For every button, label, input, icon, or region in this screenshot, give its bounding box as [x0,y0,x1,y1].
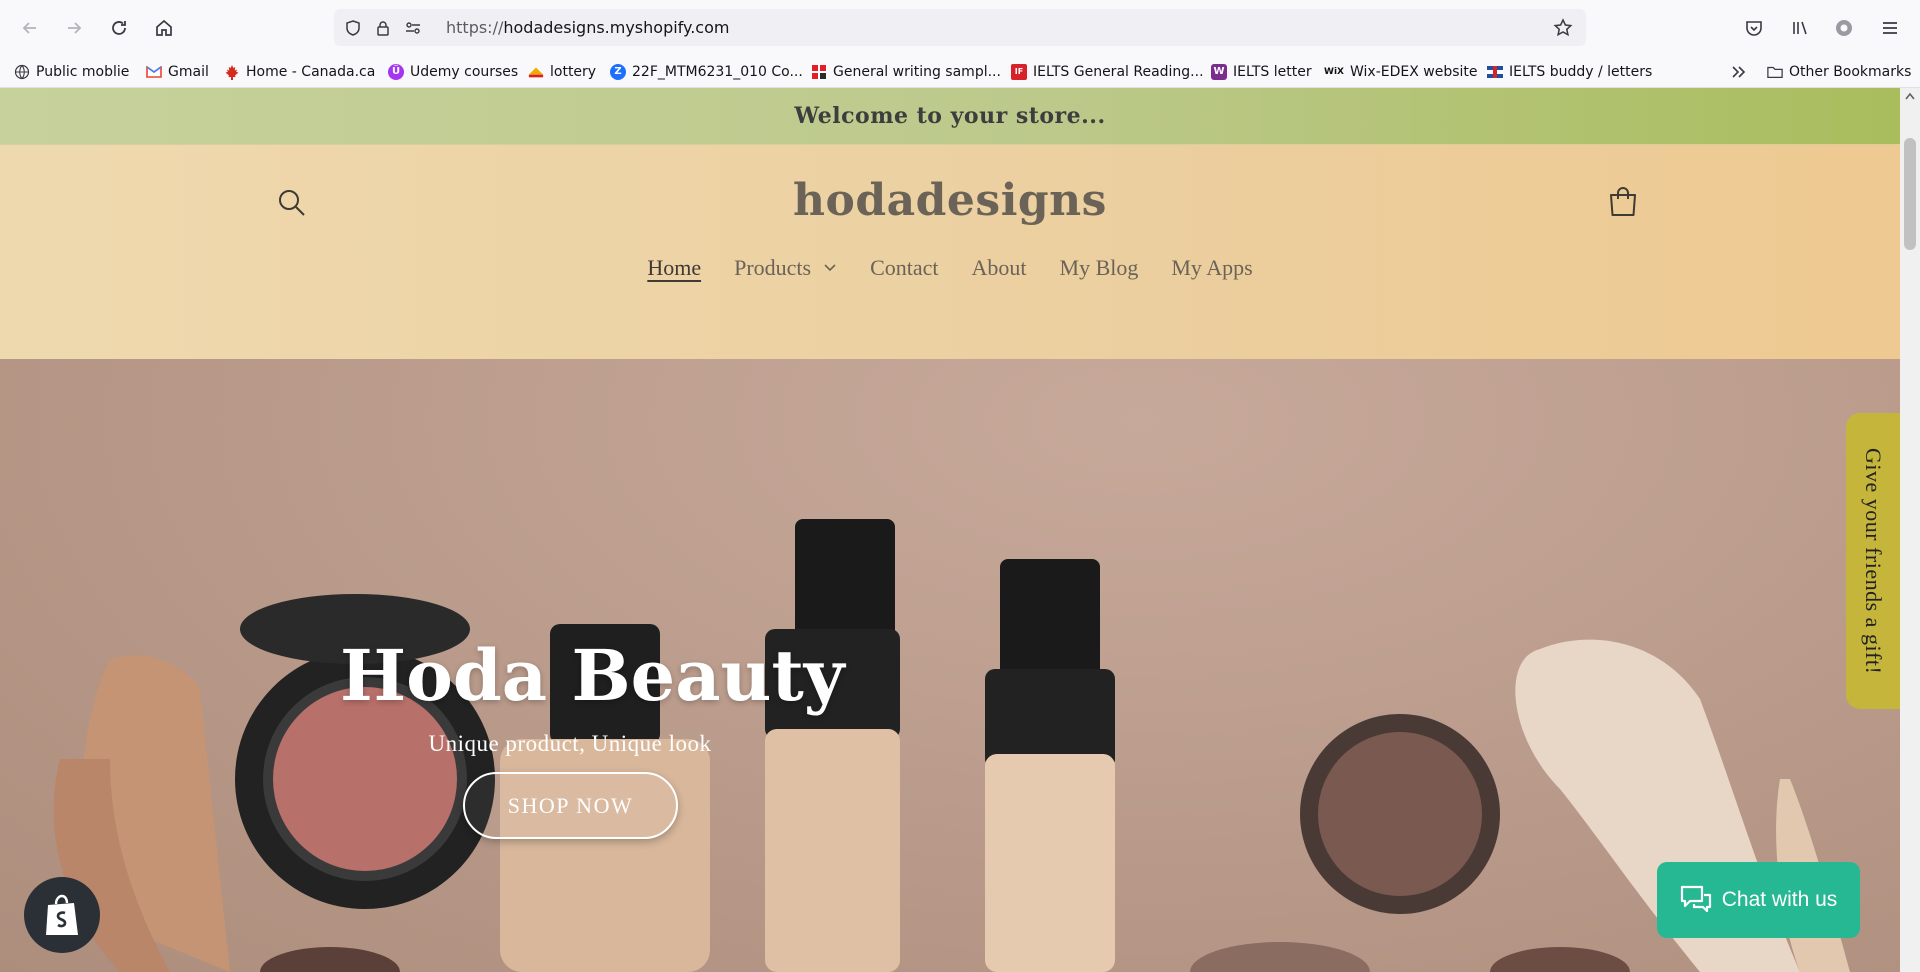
main-menu: Home Products Contact About My Blog My A… [0,255,1900,281]
hero-subtitle: Unique product, Unique look [428,731,712,756]
zoom-icon: Z [610,63,626,80]
ielts-icon: IF [1011,63,1027,80]
grid-icon [811,64,827,80]
bookmark-item[interactable]: IF IELTS General Reading... [1011,56,1204,87]
gmail-icon [146,64,162,80]
bookmark-item[interactable]: Ü Udemy courses [388,56,518,87]
address-bar[interactable]: https://hodadesigns.myshopify.com [334,9,1586,46]
menu-item-my-apps[interactable]: My Apps [1171,255,1252,281]
arrow-left-icon [22,22,36,34]
home-icon [156,19,172,36]
hero-cosmetics-image [53,519,1850,972]
udemy-icon: Ü [388,63,404,80]
bookmark-item[interactable]: Z 22F_MTM6231_010 Co... [610,56,803,87]
scroll-up-arrow[interactable] [1900,88,1920,104]
chevron-down-icon [823,263,837,273]
app-menu-button[interactable] [1874,12,1906,44]
browser-toolbar: https://hodadesigns.myshopify.com [0,0,1920,56]
menu-item-about[interactable]: About [972,255,1027,281]
chat-button-label: Chat with us [1721,888,1838,911]
double-chevron-right-icon [1732,65,1746,78]
web-page: Welcome to your store... hodadesigns Hom… [0,88,1900,972]
gift-tab-label: Give your friends a gift! [1861,447,1886,675]
back-button[interactable] [14,12,46,44]
permissions-icon[interactable] [402,17,424,39]
bookmark-item[interactable]: General writing sampl... [811,56,1001,87]
announcement-bar: Welcome to your store... [0,88,1900,145]
star-icon[interactable] [1552,17,1574,39]
home-button[interactable] [148,12,180,44]
gift-tab[interactable]: Give your friends a gift! [1846,413,1900,709]
url-text[interactable]: https://hodadesigns.myshopify.com [446,18,729,37]
shopify-bag-icon [46,894,78,935]
library-icon [1793,21,1807,35]
reload-button[interactable] [103,12,135,44]
hamburger-icon [1883,22,1897,34]
chat-button[interactable]: Chat with us [1657,862,1860,938]
lottery-icon [528,64,544,80]
pocket-icon [1746,21,1762,36]
bookmark-item[interactable]: WiX Wix-EDEX website [1324,56,1478,87]
store-header: hodadesigns Home Products Contact About … [0,145,1900,359]
scroll-thumb[interactable] [1904,138,1916,250]
chat-bubble-icon [1680,885,1711,913]
library-button[interactable] [1784,12,1816,44]
extension-button[interactable] [1828,12,1860,44]
maple-leaf-icon [224,64,240,80]
wix-icon: WiX [1324,66,1344,77]
flag-icon [1487,64,1503,80]
extension-gear-icon [1836,20,1852,36]
shield-icon[interactable] [342,17,364,39]
lock-icon[interactable] [372,17,394,39]
page-scrollbar[interactable] [1900,88,1920,972]
menu-item-my-blog[interactable]: My Blog [1060,255,1139,281]
hero-title: Hoda Beauty [340,634,845,717]
menu-item-products[interactable]: Products [734,255,837,281]
shopify-badge[interactable] [24,877,100,953]
bookmark-item[interactable]: Home - Canada.ca [224,56,375,87]
bookmark-item[interactable]: W IELTS letter [1211,56,1312,87]
arrow-right-icon [68,22,82,34]
globe-icon [14,64,30,80]
cart-bag-icon [1610,187,1636,216]
menu-item-home[interactable]: Home [647,255,701,281]
announcement-text: Welcome to your store... [794,103,1106,129]
shop-now-button[interactable]: SHOP NOW [463,772,678,839]
pocket-button[interactable] [1738,12,1770,44]
forward-button[interactable] [58,12,90,44]
folder-icon [1767,64,1783,80]
w-icon: W [1211,63,1227,80]
reload-icon [112,21,126,35]
hero-banner: Hoda Beauty Unique product, Unique look … [0,359,1900,972]
cart-button[interactable] [1604,183,1642,221]
bookmark-item[interactable]: lottery [528,56,596,87]
other-bookmarks-folder[interactable]: Other Bookmarks [1767,56,1911,87]
bookmark-item[interactable]: Gmail [146,56,209,87]
bookmark-item[interactable]: IELTS buddy / letters [1487,56,1652,87]
bookmarks-toolbar: Public moblie Gmail Home - Canada.ca Ü U… [0,56,1920,88]
bookmarks-overflow-button[interactable] [1730,56,1748,87]
bookmark-item[interactable]: Public moblie [14,56,129,87]
menu-item-contact[interactable]: Contact [870,255,938,281]
